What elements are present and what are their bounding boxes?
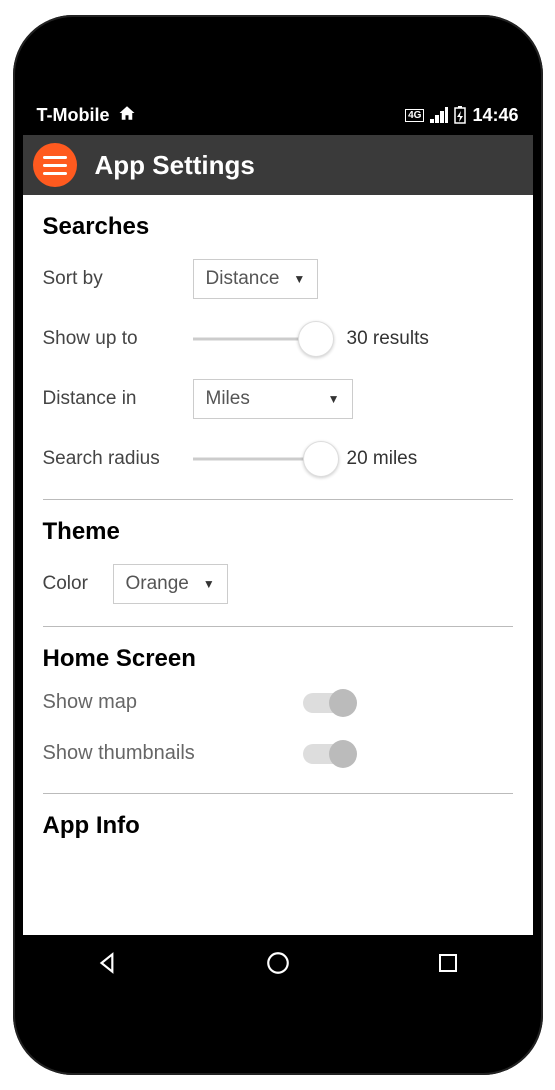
battery-charging-icon <box>454 106 466 124</box>
row-color: Color Orange ▼ <box>43 564 513 604</box>
clock-label: 14:46 <box>472 105 518 126</box>
sort-by-label: Sort by <box>43 268 193 290</box>
search-radius-value: 20 miles <box>347 448 418 470</box>
color-select[interactable]: Orange ▼ <box>113 564 228 604</box>
navigation-bar <box>23 935 533 995</box>
divider <box>43 499 513 500</box>
menu-button[interactable] <box>33 143 77 187</box>
divider <box>43 626 513 627</box>
signal-icon <box>430 107 448 123</box>
screen: T-Mobile 4G 14:46 <box>23 95 533 995</box>
row-distance-in: Distance in Miles ▼ <box>43 379 513 419</box>
distance-in-select[interactable]: Miles ▼ <box>193 379 353 419</box>
row-show-up-to: Show up to 30 results <box>43 321 513 357</box>
show-thumbnails-toggle[interactable] <box>303 744 353 764</box>
page-title: App Settings <box>95 150 255 181</box>
slider-thumb[interactable] <box>298 321 334 357</box>
toggle-knob <box>329 740 357 768</box>
row-search-radius: Search radius 20 miles <box>43 441 513 477</box>
distance-in-label: Distance in <box>43 388 193 410</box>
divider <box>43 793 513 794</box>
section-app-info-title: App Info <box>43 812 513 840</box>
app-bar: App Settings <box>23 135 533 195</box>
network-icon: 4G <box>405 109 424 122</box>
row-sort-by: Sort by Distance ▼ <box>43 259 513 299</box>
show-up-to-label: Show up to <box>43 328 193 350</box>
row-show-map: Show map <box>43 691 513 714</box>
search-radius-slider[interactable] <box>193 441 333 477</box>
back-button[interactable] <box>95 950 121 981</box>
color-value: Orange <box>126 573 189 595</box>
carrier-label: T-Mobile <box>37 105 110 126</box>
section-home-screen-title: Home Screen <box>43 645 513 673</box>
show-map-label: Show map <box>43 691 303 714</box>
settings-content[interactable]: Searches Sort by Distance ▼ Show up to <box>23 195 533 935</box>
row-show-thumbnails: Show thumbnails <box>43 742 513 765</box>
status-bar: T-Mobile 4G 14:46 <box>23 95 533 135</box>
toggle-knob <box>329 689 357 717</box>
sort-by-value: Distance <box>206 268 280 290</box>
hamburger-icon <box>43 156 67 159</box>
chevron-down-icon: ▼ <box>203 577 215 591</box>
slider-thumb[interactable] <box>303 441 339 477</box>
distance-in-value: Miles <box>206 388 250 410</box>
sort-by-select[interactable]: Distance ▼ <box>193 259 319 299</box>
phone-frame: T-Mobile 4G 14:46 <box>13 15 543 1075</box>
show-thumbnails-label: Show thumbnails <box>43 742 303 765</box>
color-label: Color <box>43 573 113 595</box>
section-searches-title: Searches <box>43 213 513 241</box>
show-up-to-value: 30 results <box>347 328 429 350</box>
chevron-down-icon: ▼ <box>328 392 340 406</box>
home-icon <box>118 104 136 127</box>
recent-apps-button[interactable] <box>436 951 460 980</box>
show-map-toggle[interactable] <box>303 693 353 713</box>
home-button[interactable] <box>265 950 291 981</box>
section-theme-title: Theme <box>43 518 513 546</box>
chevron-down-icon: ▼ <box>293 272 305 286</box>
search-radius-label: Search radius <box>43 448 193 470</box>
show-up-to-slider[interactable] <box>193 321 333 357</box>
